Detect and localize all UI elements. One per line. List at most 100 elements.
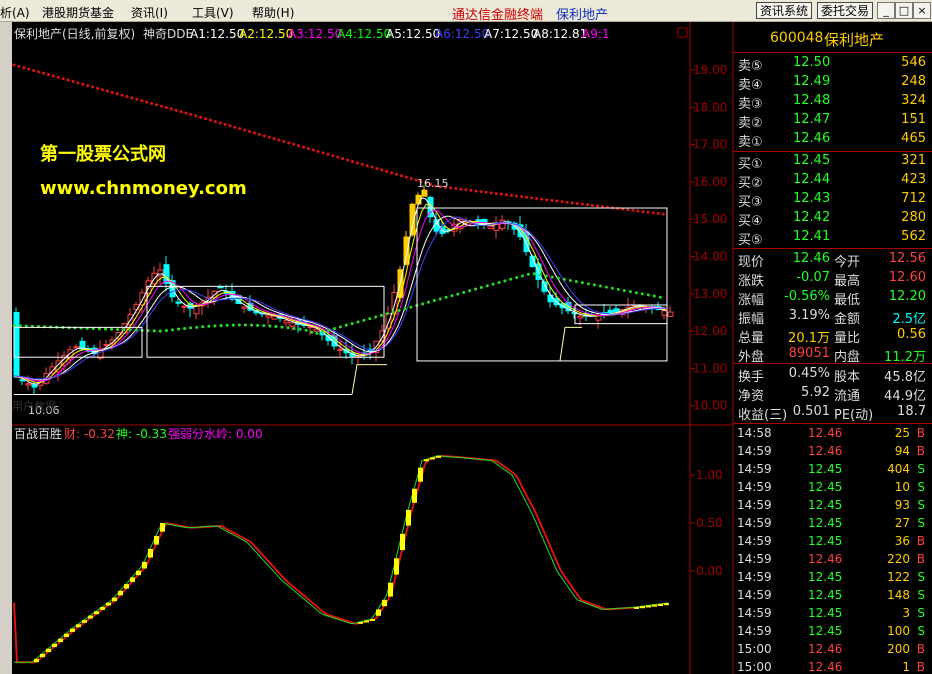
fund-label: 流通	[834, 389, 861, 404]
trade-button[interactable]: 委托交易	[817, 2, 874, 19]
oscillator-bar	[406, 509, 411, 526]
sub-axis-label: 1.00	[696, 468, 723, 482]
tick-price: 12.46	[808, 642, 843, 656]
tick-side: S	[917, 498, 925, 512]
bid-price: 12.42	[793, 210, 831, 225]
oscillator-bar	[430, 457, 435, 460]
stat-value: -0.07	[796, 270, 830, 285]
sub-legend-item: 强弱分水岭: 0.00	[168, 427, 263, 441]
stat-label: 量比	[834, 331, 861, 346]
tick-side: S	[917, 480, 925, 494]
tick-price: 12.45	[808, 588, 843, 602]
tick-side: B	[916, 552, 925, 566]
chart-header: 保利地产(日线,前复权) 神奇DDE	[14, 26, 193, 41]
oscillator-bar	[652, 604, 657, 607]
fund-label: 股本	[834, 370, 861, 385]
price-axis-label: 12.00	[693, 324, 727, 338]
menu-item-analysis[interactable]: 析(A)	[0, 4, 30, 21]
oscillator-bar	[160, 523, 165, 532]
close-icon[interactable]: ×	[913, 2, 931, 19]
candle-body	[73, 346, 80, 349]
price-axis-label: 11.00	[693, 361, 727, 375]
oscillator-bar	[646, 605, 651, 608]
oscillator-bar	[130, 577, 135, 582]
sub-legend-item: 财: -0.32	[64, 427, 115, 441]
oscillator-bar	[46, 648, 51, 653]
oscillator-bar	[76, 624, 81, 628]
candle-body	[217, 286, 224, 289]
candle-body	[421, 189, 428, 197]
tick-side: S	[917, 516, 925, 530]
menu-item-help[interactable]: 帮助(H)	[252, 4, 294, 21]
oscillator-bar	[418, 467, 423, 482]
menu-item-hk-futures[interactable]: 港股期货基金	[42, 4, 114, 21]
info-system-button[interactable]: 资讯系统	[756, 2, 813, 19]
candle-body	[325, 335, 332, 341]
tick-volume: 148	[887, 588, 910, 602]
divider	[733, 52, 932, 53]
oscillator-bar	[424, 459, 429, 462]
price-axis-label: 14.00	[693, 250, 727, 264]
stat-value: 0.56	[897, 327, 926, 342]
fund-label: 净资	[738, 389, 765, 404]
fund-value: 44.9亿	[884, 389, 926, 404]
oscillator-bar	[52, 643, 57, 648]
price-axis-label: 16.00	[693, 175, 727, 189]
oscillator-bar	[70, 628, 75, 632]
menu-item-info[interactable]: 资讯(I)	[131, 4, 168, 21]
tick-time: 15:00	[737, 660, 772, 674]
oscillator-bar	[88, 615, 93, 619]
tick-side: S	[917, 462, 925, 476]
candle-body	[613, 308, 620, 313]
left-toolbar-strip	[0, 22, 12, 674]
ask-volume: 546	[901, 55, 926, 70]
candle-body	[265, 314, 272, 318]
stat-label: 最低	[834, 293, 861, 308]
candle-body	[403, 236, 410, 265]
tick-side: S	[917, 606, 925, 620]
candle-body	[283, 320, 290, 324]
sub-legend-item: 神: -0.33	[116, 427, 167, 441]
tick-volume: 36	[894, 534, 910, 548]
ask-label: 卖③	[738, 97, 763, 112]
tick-side: B	[916, 534, 925, 548]
ask-price: 12.48	[793, 93, 831, 108]
candle-body	[289, 322, 296, 327]
bid-volume: 423	[901, 172, 926, 187]
tick-time: 14:59	[737, 462, 772, 476]
chart-stock-name: 保利地产(日线,前复权)	[14, 26, 135, 41]
tick-price: 12.45	[808, 516, 843, 530]
oscillator-bar	[64, 633, 69, 637]
candle-body	[337, 348, 344, 351]
oscillator-bar	[82, 619, 87, 623]
stat-label: 今开	[834, 255, 861, 270]
ask-volume: 465	[901, 131, 926, 146]
ma-legend-item: A2:12.50	[239, 27, 293, 41]
oscillator-bar	[634, 606, 639, 609]
ghost-user-data-text: 用户数据	[12, 399, 56, 413]
tick-price: 12.46	[808, 660, 843, 674]
tick-price: 12.45	[808, 462, 843, 476]
candle-body	[241, 306, 248, 309]
ma-legend-item: A5:12.50	[386, 27, 440, 41]
tick-price: 12.45	[808, 570, 843, 584]
tick-volume: 27	[894, 516, 910, 530]
minimize-icon[interactable]: _	[877, 2, 895, 19]
ask-label: 卖⑤	[738, 59, 763, 74]
ask-label: 卖②	[738, 116, 763, 131]
ma-legend-item: A1:12.50	[190, 27, 244, 41]
menu-item-tools[interactable]: 工具(V)	[192, 4, 234, 21]
bid-price: 12.45	[793, 153, 831, 168]
oscillator-bar	[400, 533, 405, 551]
tick-time: 14:59	[737, 534, 772, 548]
watermark-title: 第一股票公式网	[40, 143, 166, 165]
sub-chart-title: 百战百胜	[14, 426, 62, 441]
candle-body	[31, 384, 38, 388]
stock-name: 保利地产	[824, 31, 885, 49]
tick-side: B	[916, 660, 925, 674]
stat-label: 最高	[834, 274, 861, 289]
maximize-icon[interactable]: □	[895, 2, 913, 19]
oscillator-bar	[412, 488, 417, 503]
oscillator-bar	[394, 558, 399, 575]
oscillator-bar	[664, 603, 669, 606]
